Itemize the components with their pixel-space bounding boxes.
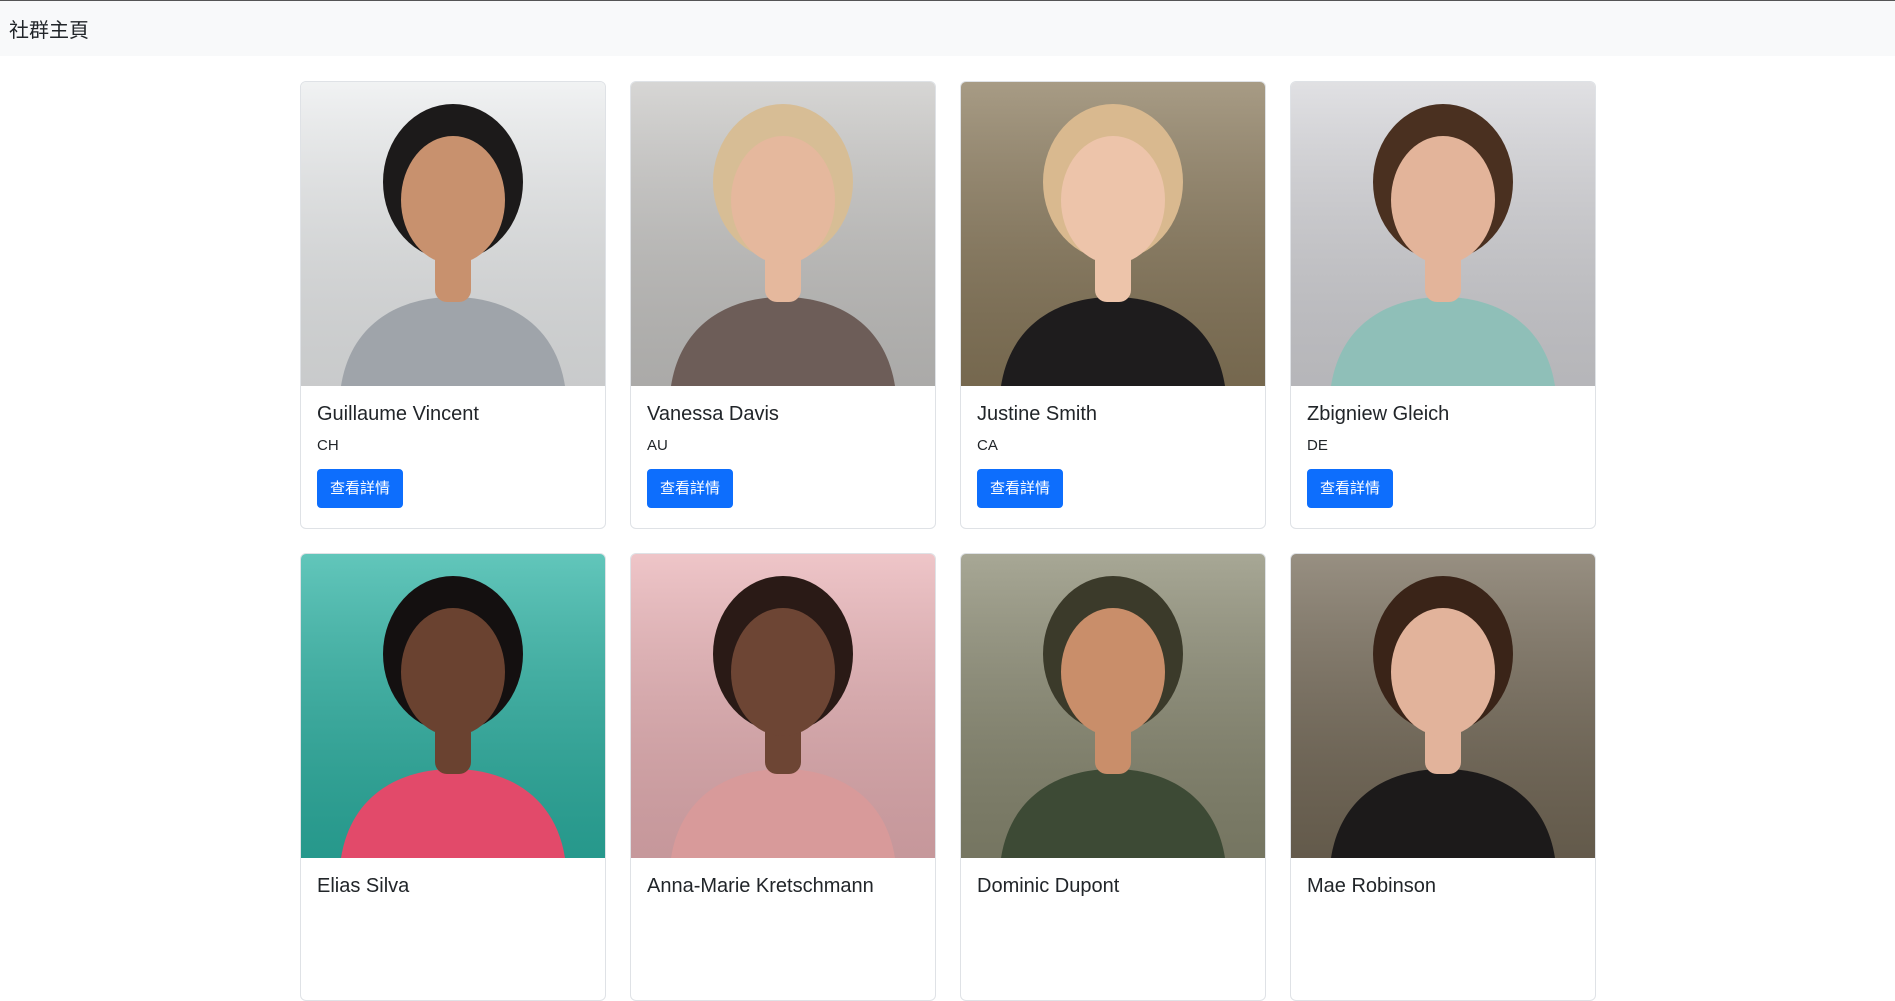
photo-face [1391,136,1495,264]
view-details-button[interactable]: 查看詳情 [977,469,1064,508]
profile-name: Dominic Dupont [977,875,1120,897]
profile-country: CA [977,437,998,454]
card-body: Dominic Dupont [961,858,1265,924]
card-body: Justine Smith CA 查看詳情 [961,386,1265,524]
photo-face [401,608,505,736]
card-body: Zbigniew Gleich DE 查看詳情 [1291,386,1595,524]
profile-card: Zbigniew Gleich DE 查看詳情 [1290,81,1596,529]
photo-face [1061,136,1165,264]
card-body: Guillaume Vincent CH 查看詳情 [301,386,605,524]
profile-name: Zbigniew Gleich [1307,403,1450,425]
card-body: Elias Silva [301,858,605,924]
photo-face [401,136,505,264]
photo-face [731,136,835,264]
profile-card: Dominic Dupont [960,553,1266,1001]
profile-photo [961,82,1265,386]
view-details-button[interactable]: 查看詳情 [317,469,404,508]
profile-photo [301,554,605,858]
profile-country: AU [647,437,668,454]
profile-country: DE [1307,437,1328,454]
card-body: Mae Robinson [1291,858,1595,924]
profile-name: Guillaume Vincent [317,403,479,425]
photo-face [731,608,835,736]
profile-card: Justine Smith CA 查看詳情 [960,81,1266,529]
profile-photo [631,554,935,858]
profile-photo [961,554,1265,858]
profile-name: Justine Smith [977,403,1098,425]
profile-name: Elias Silva [317,875,410,897]
top-navbar: 社群主頁 [0,0,1895,56]
profile-photo [301,82,605,386]
profile-country: CH [317,437,339,454]
profile-card: Anna-Marie Kretschmann [630,553,936,1001]
view-details-button[interactable]: 查看詳情 [1307,469,1394,508]
profile-grid: Guillaume Vincent CH 查看詳情 Vanessa Davis AU 查看… [300,81,1596,1001]
profile-card: Guillaume Vincent CH 查看詳情 [300,81,606,529]
profile-photo [1291,554,1595,858]
profile-name: Vanessa Davis [647,403,779,425]
profile-name: Mae Robinson [1307,875,1436,897]
photo-face [1061,608,1165,736]
profile-card: Vanessa Davis AU 查看詳情 [630,81,936,529]
profile-photo [1291,82,1595,386]
card-body: Anna-Marie Kretschmann [631,858,935,924]
profile-card: Elias Silva [300,553,606,1001]
profile-card: Mae Robinson [1290,553,1596,1001]
profile-photo [631,82,935,386]
card-body: Vanessa Davis AU 查看詳情 [631,386,935,524]
profile-name: Anna-Marie Kretschmann [647,875,874,897]
photo-face [1391,608,1495,736]
navbar-brand[interactable]: 社群主頁 [9,14,89,43]
view-details-button[interactable]: 查看詳情 [647,469,734,508]
